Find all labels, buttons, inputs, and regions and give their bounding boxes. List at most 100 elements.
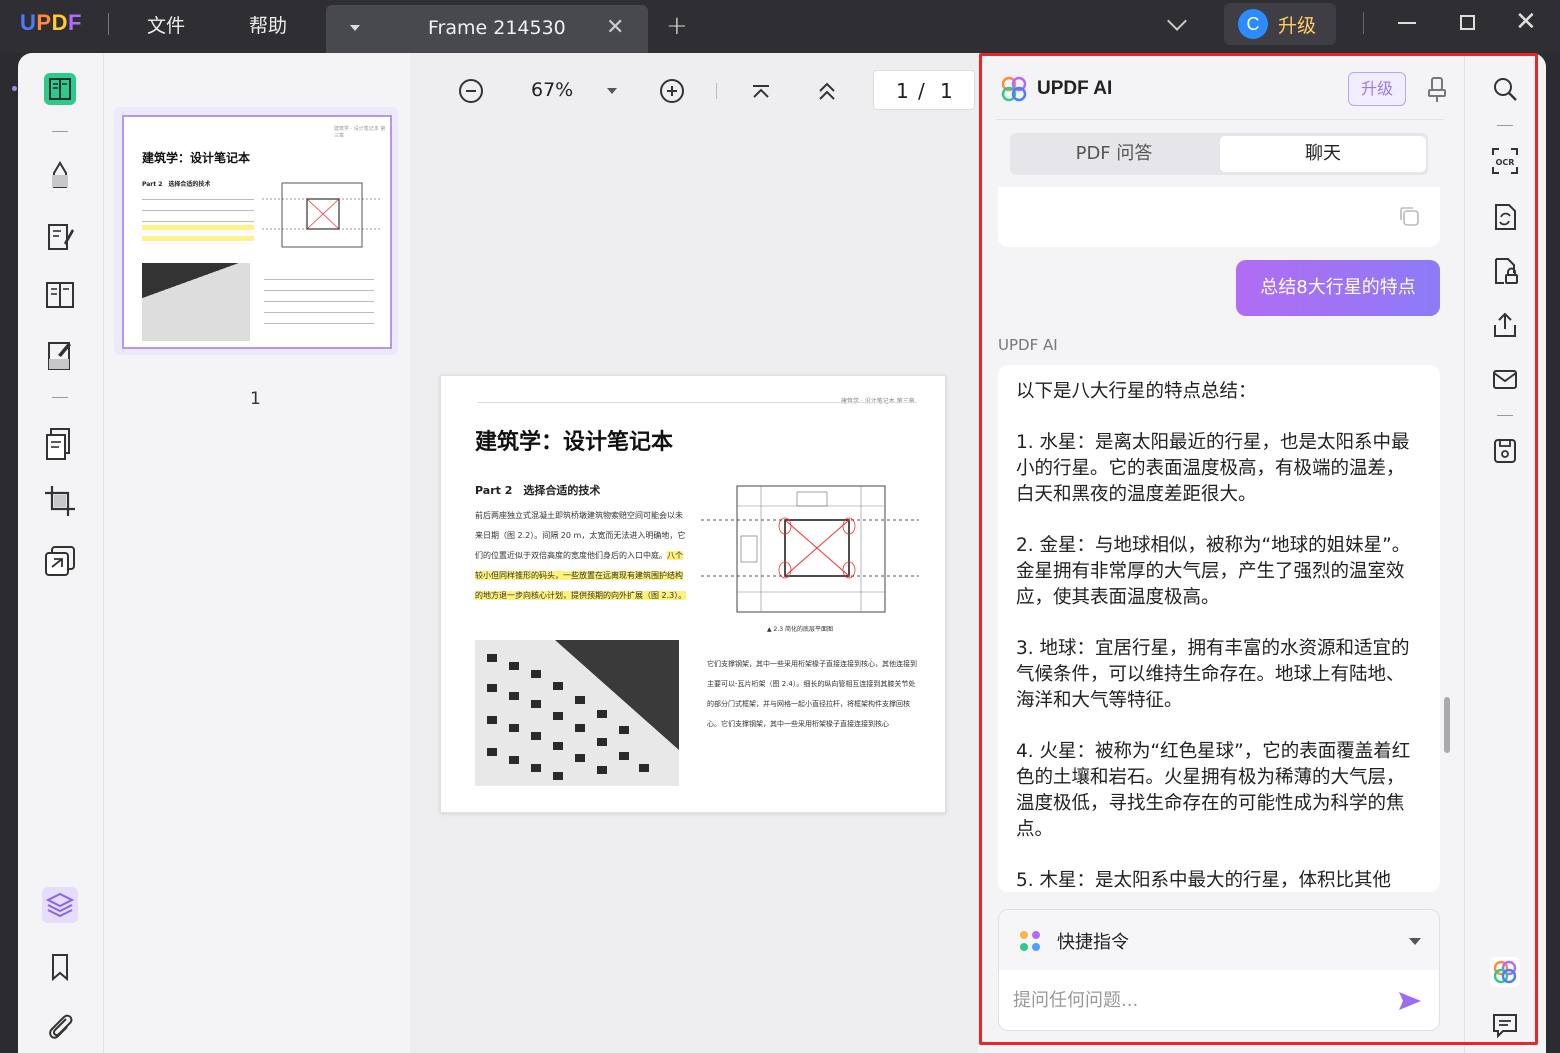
tab-dropdown-icon[interactable] [350,25,360,31]
maximize-icon[interactable] [1460,15,1475,30]
answer-paragraph: 4. 火星：被称为“红色星球”，它的表面覆盖着红色的土壤和岩石。火星拥有极为稀薄… [1016,741,1411,840]
ai-mode-tabs: PDF 问答 聊天 [1010,133,1428,175]
toolbar-separator [52,397,68,398]
sender-label: UPDF AI [998,336,1058,354]
avatar: C [1238,9,1268,39]
answer-paragraph: 3. 地球：宜居行星，拥有丰富的水资源和适宜的气候条件，可以维持生命存在。地球上… [1016,638,1410,711]
svg-text:OCR: OCR [1496,158,1515,167]
layers-icon[interactable] [42,887,78,923]
thumb-text-block-2 [264,273,374,329]
zoom-dropdown-icon[interactable] [607,88,617,94]
search-icon[interactable] [1491,75,1519,103]
total-pages: 1 [940,79,953,103]
attachment-icon[interactable] [42,1009,78,1045]
zoom-out-icon[interactable] [459,79,483,103]
bookmark-icon[interactable] [42,949,78,985]
toolbar-separator [1497,415,1513,416]
title-bar: UPDF 文件 帮助 Frame 214530 ✕ + C 升级 ✕ [0,0,1560,53]
save-icon[interactable] [1491,437,1519,465]
protect-icon[interactable] [1491,257,1519,285]
body-paragraph-2: 它们支撑钢架，其中一些采用桁架椽子直接连接到核心，其他连接到主要可以-瓦片桁架（… [707,660,917,728]
thumb-floorplan [262,182,382,248]
page-thumbnail[interactable]: 建筑学 · 设计笔记本 第三章 建筑学：设计笔记本 Part 2 选择合适的技术 [114,107,398,355]
pdf-page[interactable]: 建筑学 · 设计笔记本 第三章 建筑学：设计笔记本 Part 2 选择合适的技术… [440,375,946,813]
window-separator [1363,12,1364,34]
toolbar-separator [716,83,717,99]
building-photo [475,640,679,786]
edit-pdf-icon[interactable] [42,219,78,255]
updf-ai-icon[interactable] [1490,957,1520,987]
updf-logo: UPDF [20,10,82,35]
share-icon[interactable] [1491,311,1519,339]
current-page: 1 [896,79,909,103]
thumbnail-panel: 建筑学 · 设计笔记本 第三章 建筑学：设计笔记本 Part 2 选择合适的技术… [104,53,410,1053]
thumbnail-page-number: 1 [250,389,261,409]
crop-icon[interactable] [42,483,78,519]
ask-input[interactable] [1013,984,1383,1016]
answer-paragraph: 2. 金星：与地球相似，被称为“地球的姐妹星”。金星拥有非常厚的大气层，产生了强… [1016,535,1411,608]
body-paragraph: 前后两座独立式混凝土即筑桥墩建筑物索赔空间可能会以未来日期（图 2.2）。间隔 … [475,506,687,606]
close-window-icon[interactable]: ✕ [1515,7,1537,37]
ai-upgrade-button[interactable]: 升级 [1348,72,1406,106]
previous-page-icon[interactable] [818,81,836,101]
batch-icon[interactable] [42,543,78,579]
quick-commands-dropdown[interactable]: 快捷指令 [999,910,1439,970]
zoom-in-icon[interactable] [660,79,684,103]
chat-input-card: 快捷指令 [998,909,1440,1031]
thumb-building-photo [142,263,250,341]
upgrade-label: 升级 [1278,15,1317,37]
title-separator [108,13,109,35]
indicator-dot [12,86,17,91]
section-heading: Part 2 选择合适的技术 [475,484,601,497]
header-divider [996,119,1444,120]
reader-icon[interactable] [42,71,78,107]
pin-icon[interactable] [1427,75,1447,103]
page-layout-icon[interactable] [42,277,78,313]
floor-plan-drawing [701,485,919,613]
menu-file[interactable]: 文件 [147,11,185,38]
first-page-icon[interactable] [752,85,770,99]
thumb-highlight [142,223,254,247]
previous-message-card [998,187,1440,247]
thumb-header: 建筑学 · 设计笔记本 第三章 [334,126,386,139]
toolbar-separator [52,131,68,132]
menu-help[interactable]: 帮助 [249,11,287,38]
answer-paragraph: 以下是八大行星的特点总结： [1016,381,1257,402]
answer-paragraph: 5. 木星：是太阳系中最大的行星，体积比其他 [1016,870,1392,891]
thumbnail-page-preview: 建筑学 · 设计笔记本 第三章 建筑学：设计笔记本 Part 2 选择合适的技术 [122,115,392,349]
body-text: 前后两座独立式混凝土即筑桥墩建筑物索赔空间可能会以未来日期（图 2.2）。间隔 … [475,511,686,560]
send-icon[interactable] [1397,990,1423,1012]
document-view: 67% 1 / 1 建筑学 · 设计笔记本 第三章 建筑学：设计笔记本 Part… [410,53,978,1053]
tab-title: Frame 214530 [428,17,566,39]
page-title: 建筑学：设计笔记本 [475,430,674,455]
answer-paragraph: 1. 水星：是离太阳最近的行星，也是太阳系中最小的行星。它的表面温度极高，有极端… [1016,432,1410,505]
page-number-input[interactable]: 1 / 1 [873,70,975,110]
thumb-part: Part 2 选择合适的技术 [142,181,211,188]
right-toolbar: OCR [1464,53,1546,1053]
ai-answer-text: 以下是八大行星的特点总结： 1. 水星：是离太阳最近的行星，也是太阳系中最小的行… [1016,379,1420,892]
tab-chat[interactable]: 聊天 [1220,136,1426,172]
highlighter-icon[interactable] [42,157,78,193]
upgrade-button[interactable]: C 升级 [1224,3,1336,45]
copy-icon[interactable] [1398,205,1420,227]
ocr-icon[interactable]: OCR [1491,147,1519,175]
tab-pdf-qa[interactable]: PDF 问答 [1010,133,1218,175]
new-tab-icon[interactable]: + [666,11,688,41]
quick-commands-label: 快捷指令 [1057,932,1129,953]
comment-icon[interactable] [1491,1011,1519,1039]
header-rule [477,402,917,403]
form-icon[interactable] [42,337,78,373]
chevron-down-icon[interactable] [1167,11,1187,31]
tab-close-icon[interactable]: ✕ [606,15,624,40]
convert-icon[interactable] [1491,203,1519,231]
chat-scrollbar[interactable] [1444,697,1450,753]
left-toolbar [18,53,104,1053]
document-tab[interactable]: Frame 214530 ✕ [326,5,648,53]
chevron-down-icon [1409,938,1421,945]
figure-caption: ▲ 2.3 简化的底层平面图 [767,626,833,633]
email-icon[interactable] [1491,365,1519,393]
zoom-level[interactable]: 67% [531,79,573,101]
ai-title: UPDF AI [1037,78,1113,99]
organize-pages-icon[interactable] [42,425,78,461]
minimize-icon[interactable] [1398,22,1416,24]
